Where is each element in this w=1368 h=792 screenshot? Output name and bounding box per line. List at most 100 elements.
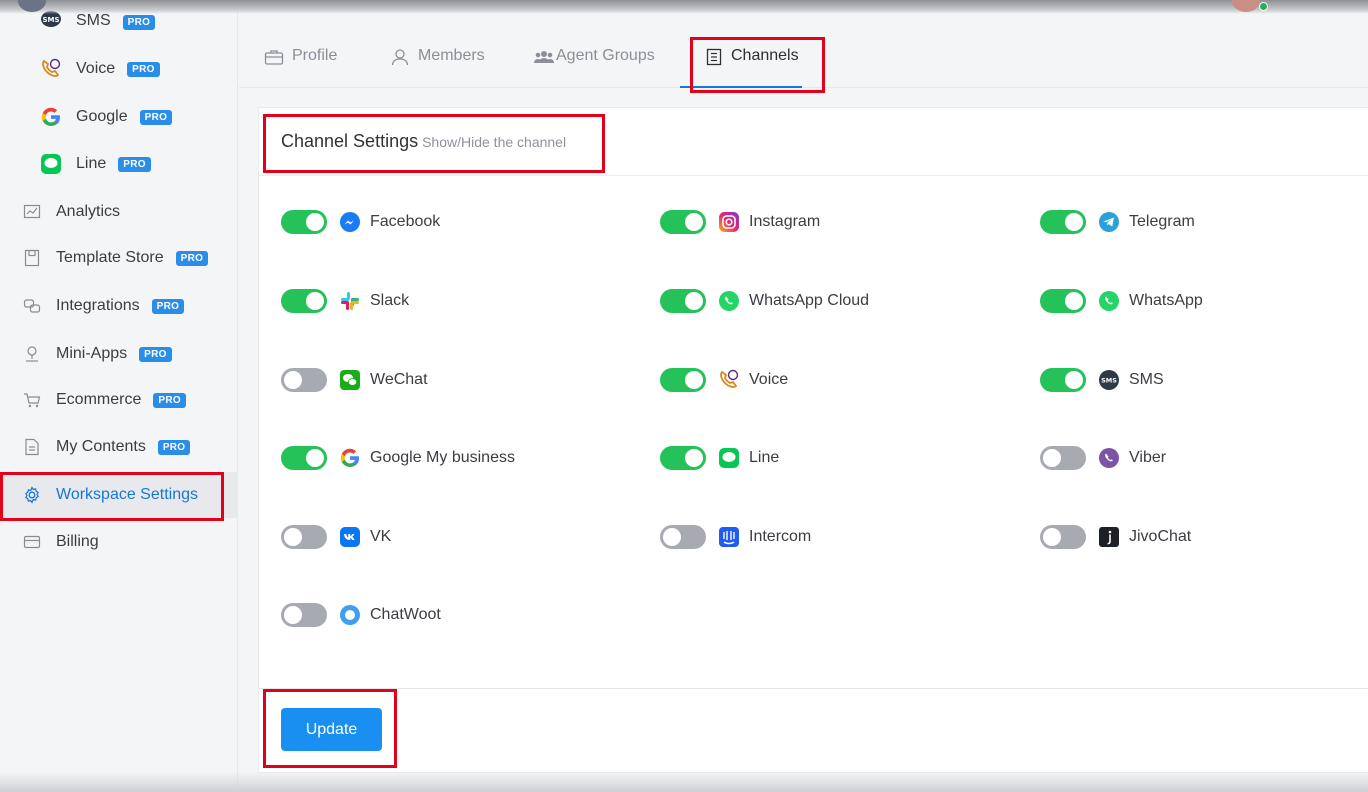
sidebar-item-mini-apps[interactable]: Mini-Apps PRO	[0, 332, 238, 376]
document-icon	[22, 436, 42, 458]
messenger-icon	[339, 211, 361, 233]
workspace-avatar[interactable]	[18, 0, 46, 12]
toggle-knob	[685, 449, 703, 467]
gear-icon	[22, 484, 42, 506]
toggle-knob	[306, 292, 324, 310]
channel-name: SMS	[1129, 371, 1164, 388]
tab-label: Agent Groups	[556, 47, 655, 64]
channel-toggle[interactable]	[281, 525, 327, 549]
users-icon	[534, 47, 554, 67]
channel-name: Slack	[370, 292, 410, 309]
vk-icon	[339, 526, 361, 548]
channel-name: WhatsApp	[1129, 292, 1203, 309]
channel-sms: SMS SMS	[1040, 365, 1164, 395]
tab-channels[interactable]: Channels	[680, 36, 802, 88]
channel-whatsapp-cloud: WhatsApp Cloud	[660, 286, 869, 316]
line-icon	[40, 153, 62, 175]
channel-name: WeChat	[370, 371, 428, 388]
toggle-knob	[1065, 292, 1083, 310]
voice-icon	[40, 58, 62, 80]
channel-toggle[interactable]	[281, 603, 327, 627]
whatsapp-icon	[1098, 290, 1120, 312]
channel-telegram: Telegram	[1040, 207, 1195, 237]
toggle-knob	[306, 449, 324, 467]
sidebar-item-ecommerce[interactable]: Ecommerce PRO	[0, 378, 238, 422]
toggle-knob	[663, 528, 681, 546]
instagram-icon	[718, 211, 740, 233]
channel-toggle[interactable]	[281, 210, 327, 234]
line-icon	[718, 447, 740, 469]
channel-google-my-business: Google My business	[281, 443, 515, 473]
toggle-knob	[685, 292, 703, 310]
tab-label: Channels	[731, 47, 799, 64]
channel-toggle[interactable]	[660, 289, 706, 313]
sidebar-item-label: SMS	[76, 12, 111, 29]
sidebar-item-label: Google	[76, 108, 128, 125]
channel-toggle[interactable]	[1040, 289, 1086, 313]
sidebar-item-integrations[interactable]: Integrations PRO	[0, 284, 238, 328]
sms-icon: SMS	[1098, 369, 1120, 391]
card-icon	[22, 531, 42, 553]
sidebar-item-my-contents[interactable]: My Contents PRO	[0, 425, 238, 469]
user-avatar[interactable]	[1232, 0, 1260, 12]
chatwoot-icon	[339, 604, 361, 626]
sidebar-item-label: Workspace Settings	[56, 486, 198, 503]
pro-badge: PRO	[118, 156, 151, 172]
list-icon	[705, 47, 723, 67]
channel-toggle[interactable]	[281, 446, 327, 470]
channel-name: JivoChat	[1129, 528, 1192, 545]
sidebar-item-billing[interactable]: Billing	[0, 520, 238, 564]
update-button[interactable]: Update	[281, 708, 382, 751]
channel-settings-header: Channel Settings Show/Hide the channel	[259, 108, 1368, 176]
channel-name: Voice	[749, 371, 789, 388]
sidebar-item-google[interactable]: Google PRO	[0, 95, 238, 139]
pro-badge: PRO	[153, 392, 186, 408]
channel-toggle[interactable]	[660, 210, 706, 234]
channel-facebook: Facebook	[281, 207, 440, 237]
user-icon	[390, 47, 410, 67]
sidebar-item-analytics[interactable]: Analytics	[0, 190, 238, 234]
tab-profile[interactable]: Profile	[264, 36, 337, 88]
toggle-knob	[284, 371, 302, 389]
channel-name: WhatsApp Cloud	[749, 292, 870, 309]
channel-toggle[interactable]	[1040, 446, 1086, 470]
sidebar-item-line[interactable]: Line PRO	[0, 142, 238, 186]
channel-voice: Voice	[660, 365, 788, 395]
slack-icon	[339, 290, 361, 312]
channel-chatwoot: ChatWoot	[281, 600, 441, 630]
channel-viber: Viber	[1040, 443, 1166, 473]
channel-toggle[interactable]	[1040, 210, 1086, 234]
channel-toggle[interactable]	[281, 368, 327, 392]
channel-toggle[interactable]	[281, 289, 327, 313]
cart-icon	[22, 389, 42, 411]
sidebar-item-label: Mini-Apps	[56, 345, 128, 362]
channel-toggle[interactable]	[1040, 368, 1086, 392]
channel-toggle[interactable]	[660, 446, 706, 470]
viber-icon	[1098, 447, 1120, 469]
sidebar-item-label: Analytics	[56, 203, 121, 220]
channel-toggle[interactable]	[1040, 525, 1086, 549]
sidebar-item-label: Line	[76, 155, 107, 172]
sidebar-item-label: Template Store	[56, 249, 164, 266]
channel-toggle[interactable]	[660, 368, 706, 392]
tab-label: Profile	[292, 47, 338, 64]
channel-line: Line	[660, 443, 779, 473]
sidebar-item-label: Billing	[56, 533, 99, 550]
sidebar-item-template-store[interactable]: Template Store PRO	[0, 236, 238, 280]
analytics-icon	[22, 201, 42, 223]
svg-text:SMS: SMS	[1101, 377, 1117, 385]
tab-members[interactable]: Members	[390, 36, 485, 88]
toggle-knob	[1065, 213, 1083, 231]
channel-toggle[interactable]	[660, 525, 706, 549]
sidebar-item-label: Voice	[76, 60, 116, 77]
whatsapp-icon	[718, 290, 740, 312]
channel-name: Line	[749, 449, 780, 466]
sidebar-item-workspace-settings[interactable]: Workspace Settings	[0, 472, 238, 518]
channel-name: Instagram	[749, 213, 821, 230]
sidebar-item-voice[interactable]: Voice PRO	[0, 47, 238, 91]
tab-agent-groups[interactable]: Agent Groups	[534, 36, 655, 88]
sidebar: SMS SMS PRO Voice PRO Google PRO Line PR…	[0, 0, 238, 792]
jivochat-icon	[1098, 526, 1120, 548]
channel-name: Viber	[1129, 449, 1167, 466]
tab-label: Members	[418, 47, 485, 64]
